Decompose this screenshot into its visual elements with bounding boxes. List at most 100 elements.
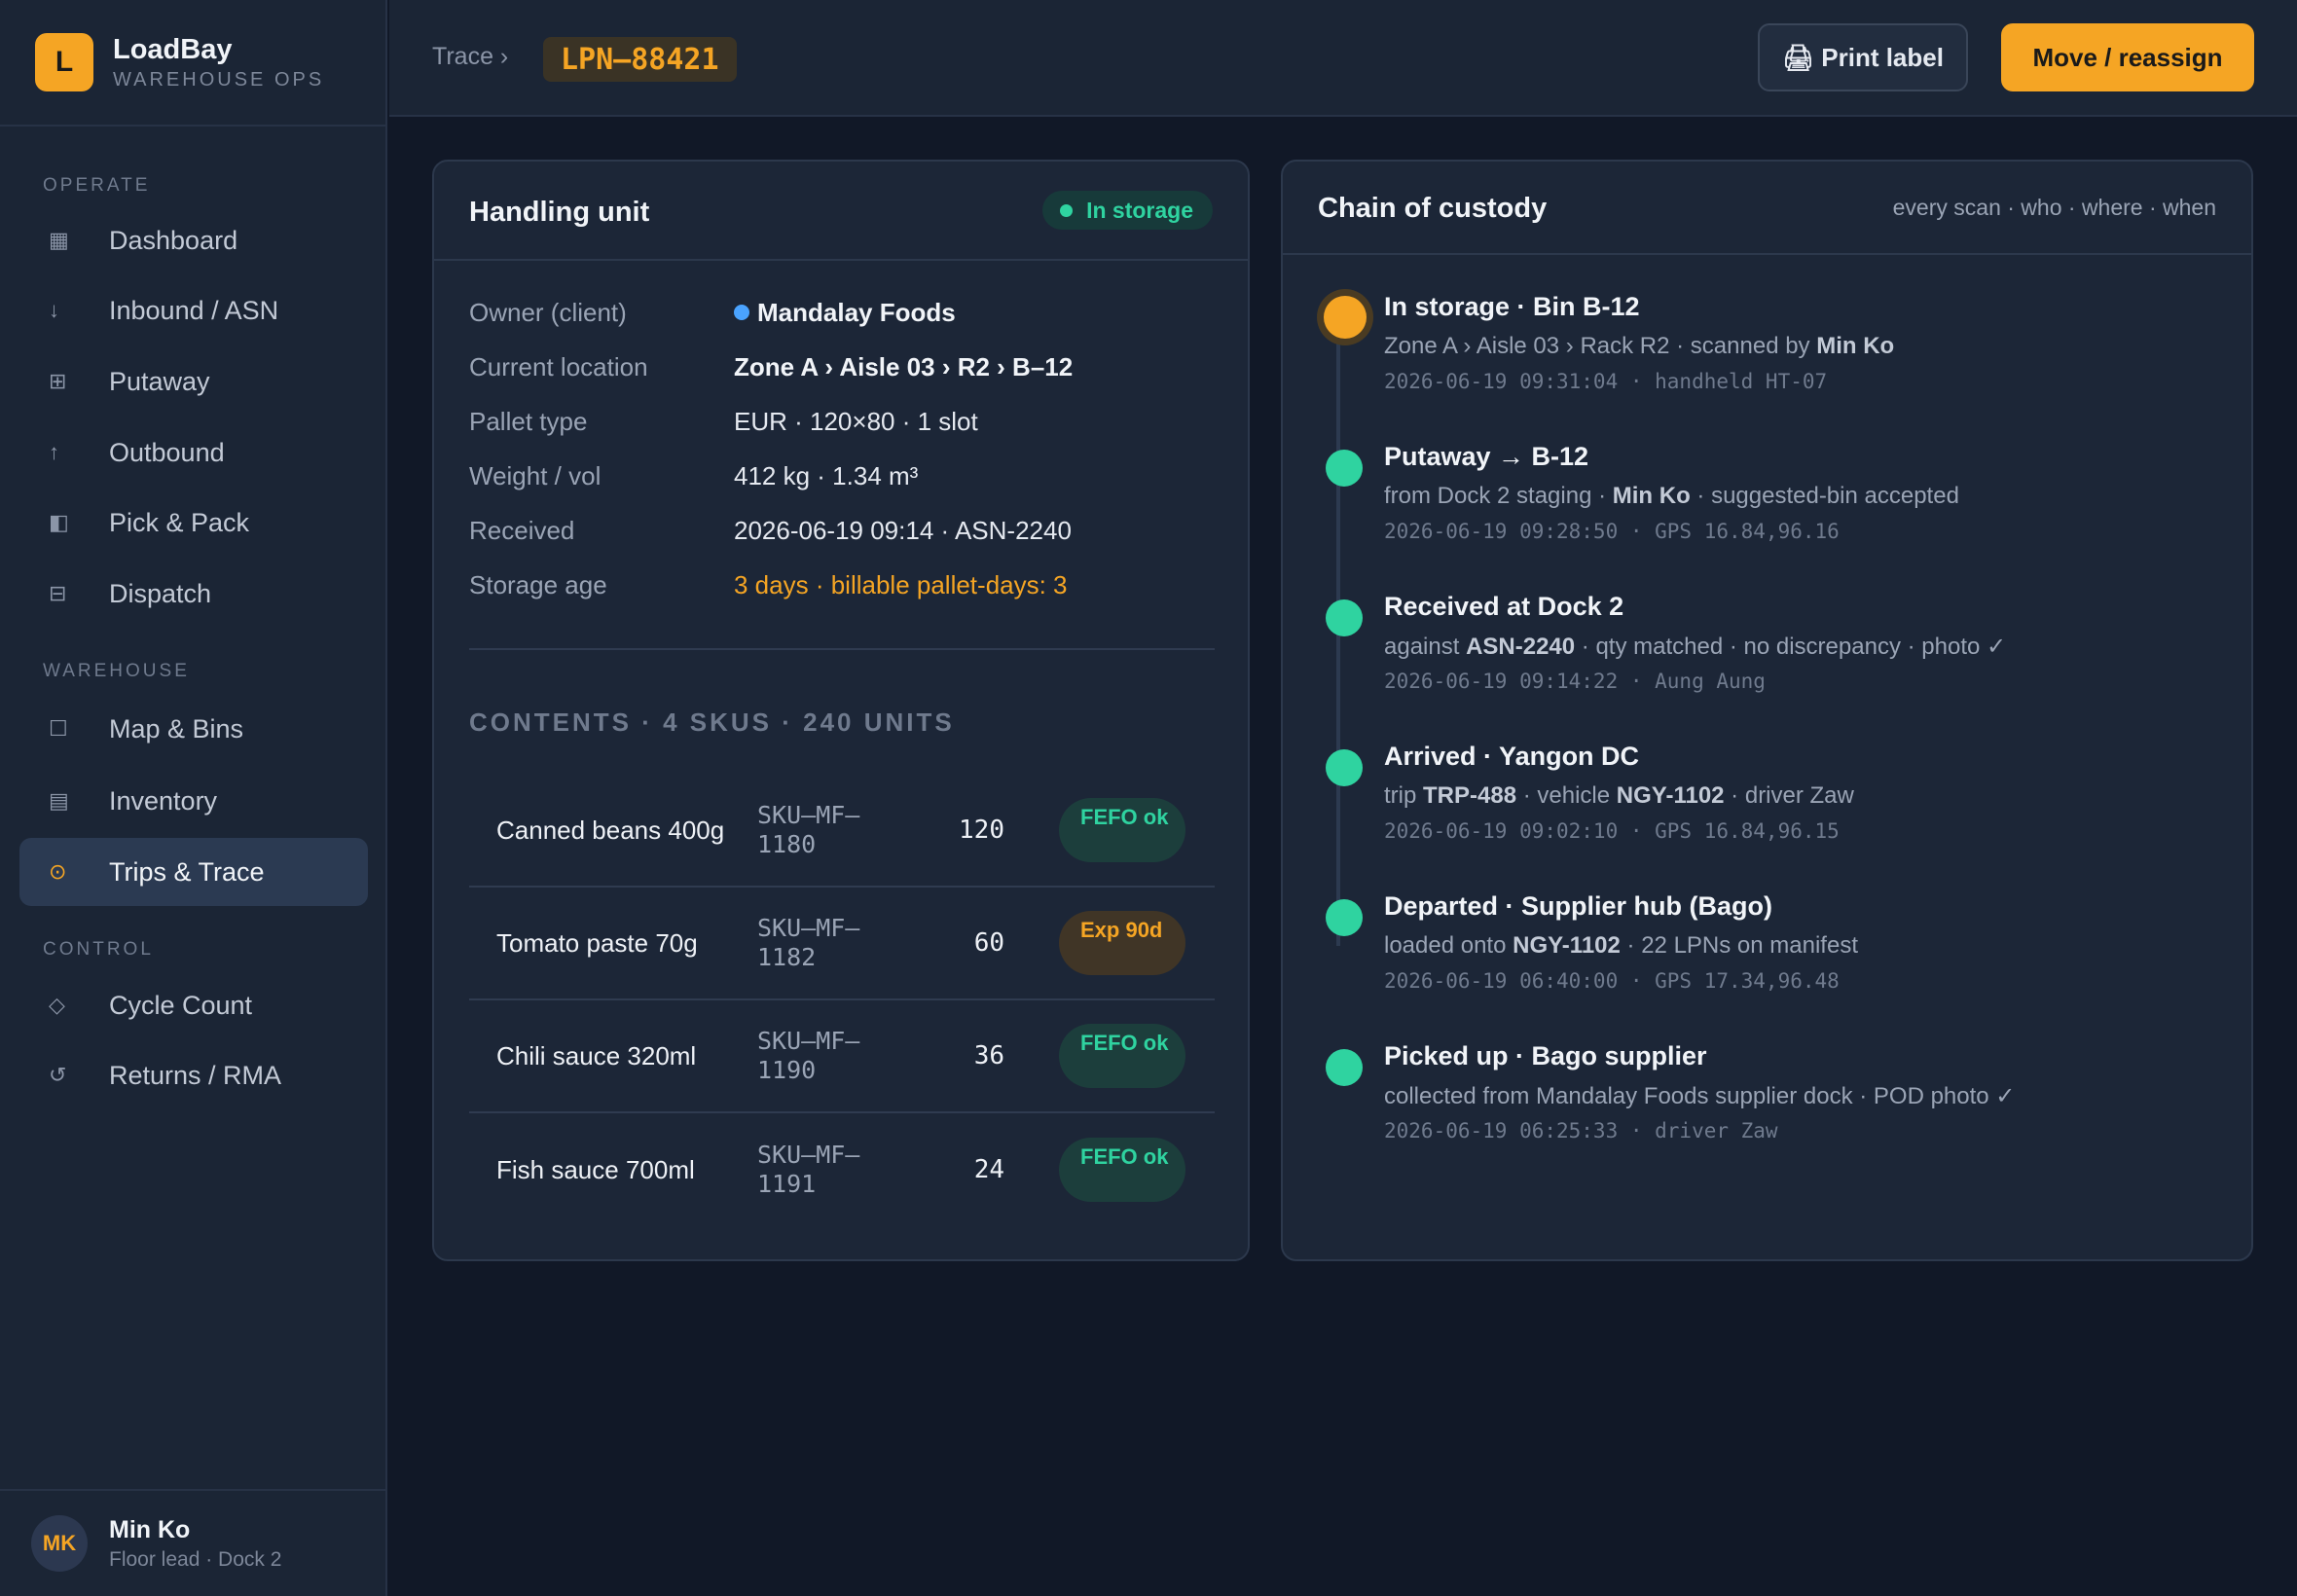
sku-name: Canned beans 400g xyxy=(496,816,725,845)
field-label: Owner (client) xyxy=(469,298,627,327)
brand-name: LoadBay xyxy=(113,33,233,65)
nav-section-warehouse: WAREHOUSE xyxy=(43,661,190,681)
desc-text: trip xyxy=(1384,782,1424,809)
timeline-event[interactable]: Putaway → B-12 from Dock 2 staging · Min… xyxy=(1283,440,2251,590)
event-title: Received at Dock 2 xyxy=(1384,592,1624,621)
timeline-current-dot-icon xyxy=(1324,296,1367,339)
sidebar-item-map-bins[interactable]: ☐ Map & Bins xyxy=(19,695,368,763)
brand-subtitle: WAREHOUSE OPS xyxy=(113,68,325,91)
arrow-up-icon: ↑ xyxy=(49,440,59,464)
table-row[interactable]: Fish sauce 700ml SKU–MF–1191 24 FEFO ok xyxy=(469,1113,1215,1226)
panel-title: Handling unit xyxy=(469,197,650,228)
fefo-badge: FEFO ok xyxy=(1059,1138,1185,1202)
sidebar-item-trips-trace[interactable]: ⊙ Trips & Trace xyxy=(19,838,368,906)
field-label: Weight / vol xyxy=(469,461,602,490)
sku-qty: 36 xyxy=(973,1041,1004,1070)
sku-code: SKU–MF–1191 xyxy=(757,1141,860,1198)
nav-section-control: CONTROL xyxy=(43,939,154,960)
sidebar: L LoadBay WAREHOUSE OPS OPERATE ▦ Dashbo… xyxy=(0,0,387,1596)
table-row[interactable]: Tomato paste 70g SKU–MF–1182 60 Exp 90d xyxy=(469,888,1215,1000)
desc-text: against xyxy=(1384,634,1467,660)
sku-code: SKU–MF–1190 xyxy=(757,1027,860,1084)
breadcrumb[interactable]: Trace › xyxy=(432,43,508,71)
sidebar-item-inventory[interactable]: ▤ Inventory xyxy=(19,767,368,835)
timeline-event[interactable]: Picked up · Bago supplier collected from… xyxy=(1283,1039,2251,1189)
event-meta: 2026-06-19 09:14:22 · Aung Aung xyxy=(1384,670,1766,693)
timeline-event[interactable]: In storage · Bin B-12 Zone A › Aisle 03 … xyxy=(1283,290,2251,440)
client-dot-icon xyxy=(734,305,749,320)
sidebar-item-inbound[interactable]: ↓ Inbound / ASN xyxy=(19,276,368,345)
desc-text: · suggested-bin accepted xyxy=(1690,483,1959,509)
event-meta: 2026-06-19 09:28:50 · GPS 16.84,96.16 xyxy=(1384,520,1840,543)
event-meta: 2026-06-19 06:25:33 · driver Zaw xyxy=(1384,1119,1778,1143)
sidebar-item-returns[interactable]: ↺ Returns / RMA xyxy=(19,1041,368,1109)
desc-emphasis: ASN-2240 xyxy=(1466,634,1576,660)
event-meta: 2026-06-19 06:40:00 · GPS 17.34,96.48 xyxy=(1384,969,1840,993)
move-reassign-button[interactable]: Move / reassign xyxy=(2001,23,2254,91)
desc-emphasis: Min Ko xyxy=(1612,483,1691,509)
event-description: from Dock 2 staging · Min Ko · suggested… xyxy=(1384,483,1959,510)
panel-title: Chain of custody xyxy=(1318,193,1548,224)
sku-qty: 24 xyxy=(973,1155,1004,1184)
event-description: against ASN-2240 · qty matched · no disc… xyxy=(1384,633,2006,661)
event-title: Departed · Supplier hub (Bago) xyxy=(1384,891,1773,921)
sidebar-item-putaway[interactable]: ⊞ Putaway xyxy=(19,347,368,416)
user-profile[interactable]: MK Min Ko Floor lead · Dock 2 xyxy=(0,1489,385,1596)
timeline-dot-icon xyxy=(1326,749,1363,786)
sku-name: Tomato paste 70g xyxy=(496,928,698,958)
event-title: Arrived · Yangon DC xyxy=(1384,742,1640,771)
refresh-icon: ↺ xyxy=(49,1063,67,1087)
sidebar-item-label: Map & Bins xyxy=(109,713,244,744)
field-label: Received xyxy=(469,516,575,545)
desc-emphasis: TRP-488 xyxy=(1423,782,1517,809)
timeline-event[interactable]: Arrived · Yangon DC trip TRP-488 · vehic… xyxy=(1283,740,2251,889)
timeline-dot-icon xyxy=(1326,599,1363,636)
status-badge: In storage xyxy=(1042,191,1213,230)
timeline-dot-icon xyxy=(1326,899,1363,936)
desc-text: · driver Zaw xyxy=(1724,782,1854,809)
field-value: 2026-06-19 09:14 · ASN-2240 xyxy=(734,516,1072,545)
event-description: collected from Mandalay Foods supplier d… xyxy=(1384,1082,2015,1110)
table-row[interactable]: Canned beans 400g SKU–MF–1180 120 FEFO o… xyxy=(469,775,1215,888)
brand-logo: L xyxy=(35,33,93,91)
sidebar-item-dashboard[interactable]: ▦ Dashboard xyxy=(19,206,368,274)
print-label-button[interactable]: 🖨 Print label xyxy=(1758,23,1968,91)
field-value: EUR · 120×80 · 1 slot xyxy=(734,407,978,436)
sidebar-item-pick-pack[interactable]: ◧ Pick & Pack xyxy=(19,489,368,557)
grid-square-icon: ▦ xyxy=(49,228,69,252)
desc-text: Zone A › Aisle 03 › Rack R2 · scanned by xyxy=(1384,333,1817,359)
event-description: Zone A › Aisle 03 › Rack R2 · scanned by… xyxy=(1384,333,1894,360)
target-icon: ⊙ xyxy=(49,859,67,884)
timeline-event[interactable]: Received at Dock 2 against ASN-2240 · qt… xyxy=(1283,590,2251,740)
divider xyxy=(469,648,1215,650)
field-value: 412 kg · 1.34 m³ xyxy=(734,461,919,490)
field-value[interactable]: Mandalay Foods xyxy=(734,298,956,328)
event-meta: 2026-06-19 09:31:04 · handheld HT-07 xyxy=(1384,370,1828,393)
sidebar-item-label: Inbound / ASN xyxy=(109,295,279,325)
avatar: MK xyxy=(31,1515,88,1572)
desc-text: from Dock 2 staging · xyxy=(1384,483,1613,509)
sidebar-item-label: Pick & Pack xyxy=(109,507,250,537)
timeline-event[interactable]: Departed · Supplier hub (Bago) loaded on… xyxy=(1283,889,2251,1039)
sidebar-item-label: Returns / RMA xyxy=(109,1060,282,1090)
sidebar-item-outbound[interactable]: ↑ Outbound xyxy=(19,418,368,487)
box-minus-icon: ⊟ xyxy=(49,581,67,605)
user-role: Floor lead · Dock 2 xyxy=(109,1547,282,1571)
contents-heading: CONTENTS · 4 SKUS · 240 UNITS xyxy=(469,707,955,737)
sku-name: Chili sauce 320ml xyxy=(496,1041,697,1070)
field-label: Pallet type xyxy=(469,407,588,436)
table-row[interactable]: Chili sauce 320ml SKU–MF–1190 36 FEFO ok xyxy=(469,1000,1215,1113)
fefo-badge: FEFO ok xyxy=(1059,798,1185,862)
sidebar-item-label: Dashboard xyxy=(109,225,238,255)
panel-header: Handling unit In storage xyxy=(434,162,1248,261)
fefo-badge: FEFO ok xyxy=(1059,1024,1185,1088)
event-description: trip TRP-488 · vehicle NGY-1102 · driver… xyxy=(1384,782,1854,810)
timeline-dot-icon xyxy=(1326,1049,1363,1086)
status-label: In storage xyxy=(1086,197,1193,223)
square-outline-icon: ☐ xyxy=(49,716,68,741)
sidebar-item-cycle-count[interactable]: ◇ Cycle Count xyxy=(19,971,368,1039)
field-value: 3 days · billable pallet-days: 3 xyxy=(734,570,1068,599)
brand[interactable]: L LoadBay WAREHOUSE OPS xyxy=(0,0,385,127)
sidebar-item-dispatch[interactable]: ⊟ Dispatch xyxy=(19,560,368,628)
desc-text: · qty matched · no discrepancy · photo ✓ xyxy=(1575,634,2007,660)
